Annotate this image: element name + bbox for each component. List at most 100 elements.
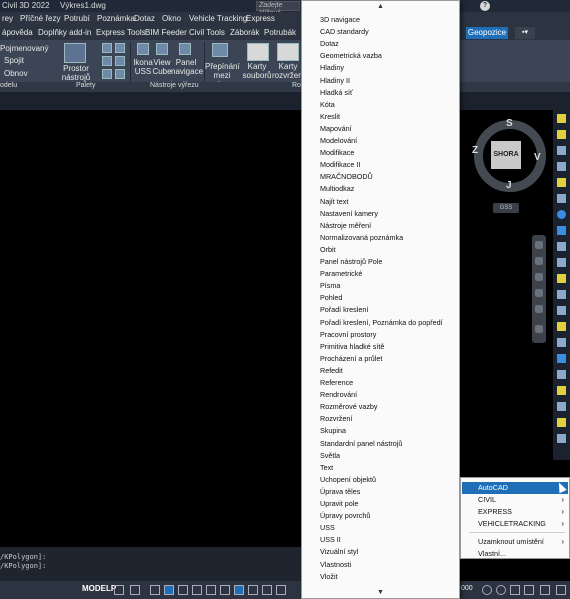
ribbon-pojmenovany[interactable]: Pojmenovaný xyxy=(0,44,48,53)
move-icon[interactable] xyxy=(557,146,566,155)
copy-icon[interactable] xyxy=(557,162,566,171)
snap-icon[interactable] xyxy=(130,585,140,595)
viewcube-icon[interactable] xyxy=(156,43,168,55)
toolbar-menu-item[interactable]: Úprava těles xyxy=(320,486,458,498)
tab-napoveda[interactable]: ápověda xyxy=(2,28,33,37)
toolbar-menu-item[interactable]: Mapování xyxy=(320,123,458,135)
annotation-scale[interactable]: 000 xyxy=(461,585,473,592)
karty-souboru-label-1[interactable]: Karty xyxy=(242,62,272,71)
toolbar-menu-item[interactable]: Primitiva hladké sítě xyxy=(320,341,458,353)
karty-rozvrzeni-label-2[interactable]: rozvržení xyxy=(272,71,305,80)
trim-icon[interactable] xyxy=(557,274,566,283)
layout-tabs-icon[interactable] xyxy=(277,43,299,61)
units-icon[interactable] xyxy=(524,585,534,595)
palette-icon[interactable] xyxy=(102,69,112,79)
toolbar-menu-item[interactable]: Kóta xyxy=(320,99,458,111)
isodraft-icon[interactable] xyxy=(192,585,202,595)
tab-geopozice[interactable]: Geopozice xyxy=(466,27,508,39)
offset-icon[interactable] xyxy=(557,194,566,203)
nav-options-icon[interactable] xyxy=(535,325,543,333)
polar-icon[interactable] xyxy=(178,585,188,595)
showmotion-icon[interactable] xyxy=(535,305,543,313)
menu-item-potrubi[interactable]: Potrubí xyxy=(64,14,90,23)
toolbar-menu-item[interactable]: Najít text xyxy=(320,196,458,208)
toolbar-menu-item[interactable]: Písma xyxy=(320,280,458,292)
transparency-icon[interactable] xyxy=(248,585,258,595)
viewcube-top-face[interactable]: SHORA xyxy=(491,141,521,169)
command-line[interactable]: /KPolygon]: /KPolygon]: xyxy=(0,547,301,581)
viewcube-north[interactable]: S xyxy=(506,118,513,129)
panel-navigace-label-1[interactable]: Panel xyxy=(171,58,201,67)
fillet-icon[interactable] xyxy=(557,322,566,331)
toolbar-menu-item[interactable]: Vložit xyxy=(320,571,458,583)
toolbar-menu-item[interactable]: USS xyxy=(320,522,458,534)
toolbar-menu-item[interactable]: Modifikace II xyxy=(320,159,458,171)
pencil-icon[interactable] xyxy=(557,114,566,123)
panel-title-palety[interactable]: Palety xyxy=(76,82,95,89)
erase-icon[interactable] xyxy=(557,370,566,379)
toolbar-menu-item[interactable]: Úpravy povrchů xyxy=(320,510,458,522)
toolbar-menu-item[interactable]: Nastavení kamery xyxy=(320,208,458,220)
palette-icon[interactable] xyxy=(102,43,112,53)
osnap-icon[interactable] xyxy=(220,585,230,595)
toolbar-menu-item[interactable]: Pracovní prostory xyxy=(320,329,458,341)
annotation-monitor-icon[interactable] xyxy=(510,585,520,595)
tab-doplnky[interactable]: Doplňky add-in xyxy=(38,28,91,37)
toolbar-menu-item[interactable]: Modelování xyxy=(320,135,458,147)
stretch-icon[interactable] xyxy=(557,258,566,267)
customization-menu-icon[interactable] xyxy=(556,585,566,595)
submenu-item-autocad[interactable]: AutoCAD › xyxy=(462,482,568,494)
switch-windows-icon[interactable] xyxy=(212,43,228,57)
toolbar-menu-item[interactable]: Reference xyxy=(320,377,458,389)
wcs-menu[interactable]: GSS xyxy=(493,203,519,213)
steering-wheel-icon[interactable] xyxy=(535,241,543,249)
menu-item-poznamka[interactable]: Poznámka xyxy=(97,14,135,23)
tab-options-icon[interactable]: ▪▾ xyxy=(515,27,535,39)
scale-icon[interactable] xyxy=(557,242,566,251)
toolbar-menu-item[interactable]: Parametrické xyxy=(320,268,458,280)
toolbar-menu-item[interactable]: Text xyxy=(320,462,458,474)
toolbar-menu-item[interactable]: Vizuální styl xyxy=(320,546,458,558)
tab-potrubak[interactable]: Potrubák xyxy=(264,28,296,37)
scroll-down-icon[interactable]: ▼ xyxy=(302,589,459,596)
submenu-item-customize[interactable]: Vlastní... xyxy=(462,548,568,560)
array-icon[interactable] xyxy=(557,210,566,219)
tab-express-tools[interactable]: Express Tools xyxy=(96,28,146,37)
palette-icon[interactable] xyxy=(115,43,125,53)
toolbar-menu-item[interactable]: Hladká síť xyxy=(320,87,458,99)
submenu-item-vehicletracking[interactable]: VEHICLETRACKING › xyxy=(462,518,568,530)
toolbar-menu-item[interactable]: Normalizovaná poznámka xyxy=(320,232,458,244)
help-icon[interactable]: ? xyxy=(480,1,490,11)
tab-civil-tools[interactable]: Civil Tools xyxy=(189,28,225,37)
toolbar-menu-item[interactable]: Upravit pole xyxy=(320,498,458,510)
zoom-icon[interactable] xyxy=(535,273,543,281)
scroll-up-icon[interactable]: ▲ xyxy=(302,3,459,10)
settings-icon[interactable] xyxy=(496,585,506,595)
search-input[interactable]: Zadejte klíčové xyxy=(256,1,300,17)
pencil-icon[interactable] xyxy=(557,130,566,139)
model-space-toggle[interactable]: MODELP xyxy=(82,584,116,593)
toolbar-menu-item[interactable]: Hladiny xyxy=(320,62,458,74)
toolbar-menu-item[interactable]: Modifikace xyxy=(320,147,458,159)
toolbar-menu-item[interactable]: Standardní panel nástrojů xyxy=(320,438,458,450)
karty-souboru-label-2[interactable]: souborů xyxy=(242,71,272,80)
prostor-nastroju-button[interactable]: Prostor nástrojů xyxy=(50,64,102,82)
toolbar-menu-item[interactable]: Procházení a průlet xyxy=(320,353,458,365)
pan-icon[interactable] xyxy=(535,257,543,265)
toolbar-menu-item[interactable]: Vlastnosti xyxy=(320,559,458,571)
menu-item-pricne-rezy[interactable]: Příčné řezy xyxy=(20,14,60,23)
viewcube-south[interactable]: J xyxy=(506,180,512,191)
quick-properties-icon[interactable] xyxy=(540,585,550,595)
ucs-icon[interactable] xyxy=(137,43,149,55)
join-icon[interactable] xyxy=(557,386,566,395)
toolbar-menu-item[interactable]: Rozměrové vazby xyxy=(320,401,458,413)
tab-bim-feeder[interactable]: BIM Feeder xyxy=(145,28,187,37)
object-snap-tracking-icon[interactable] xyxy=(206,585,216,595)
ribbon-spojit[interactable]: Spojit xyxy=(4,56,24,65)
toolbar-menu-item[interactable]: Kreslit xyxy=(320,111,458,123)
toolbar-menu-item[interactable]: Rozvržení xyxy=(320,413,458,425)
toolbar-menu-item[interactable]: USS II xyxy=(320,534,458,546)
toolbar-menu-item[interactable]: Orbit xyxy=(320,244,458,256)
toolbar-menu-item[interactable]: Pořadí kreslení xyxy=(320,304,458,316)
menu-item[interactable]: rey xyxy=(2,14,13,23)
